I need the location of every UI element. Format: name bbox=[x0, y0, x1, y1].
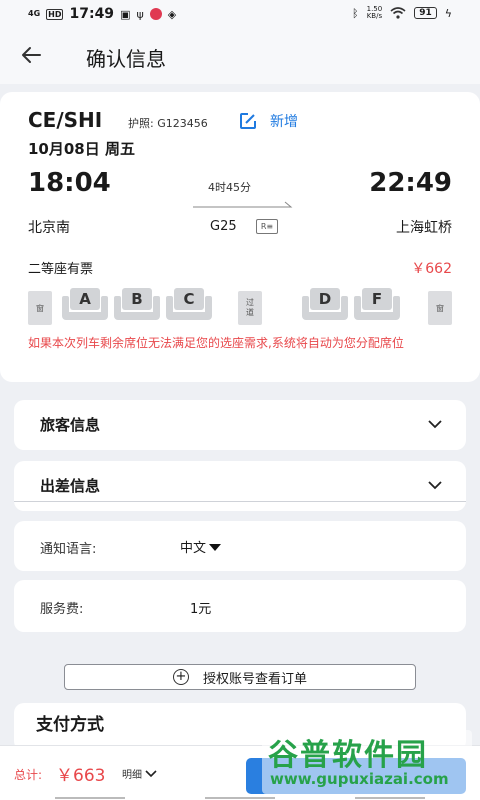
edit-icon[interactable] bbox=[238, 111, 258, 131]
seat-d[interactable]: D bbox=[302, 288, 348, 324]
to-station: 上海虹桥 bbox=[396, 220, 452, 236]
watermark-name: 谷普软件园 bbox=[268, 738, 428, 773]
battery-level: 91 bbox=[414, 7, 437, 19]
chevron-down-icon bbox=[428, 420, 442, 429]
seat-a[interactable]: A bbox=[62, 288, 108, 324]
app-badge-icon bbox=[149, 8, 162, 20]
passport-number: 护照: G123456 bbox=[128, 117, 208, 130]
seat-c-label: C bbox=[174, 288, 204, 310]
seat-a-label: A bbox=[70, 288, 100, 310]
network-speed-unit: KB/s bbox=[366, 12, 383, 20]
usb-icon: ψ bbox=[136, 7, 144, 21]
travel-info-title: 出差信息 bbox=[40, 477, 101, 495]
caret-down-icon bbox=[209, 544, 222, 551]
journey-arrow-icon bbox=[193, 201, 293, 208]
payment-method-title: 支付方式 bbox=[36, 715, 104, 735]
seat-class: 二等座有票 bbox=[28, 262, 94, 277]
home-indicator bbox=[55, 797, 425, 799]
arrive-time: 22:49 bbox=[369, 168, 452, 198]
window-left-label: 窗 bbox=[28, 291, 52, 325]
seat-notice: 如果本次列车剩余席位无法满足您的选座需求,系统将自动为您分配席位 bbox=[28, 336, 404, 350]
price-detail-toggle[interactable]: 明细 bbox=[122, 766, 157, 781]
signal-indicator: 4G bbox=[28, 9, 41, 18]
notify-language-value: 中文 bbox=[180, 541, 207, 556]
total-price: ￥663 bbox=[56, 766, 106, 786]
location-icon: ◈ bbox=[167, 7, 177, 21]
seat-d-label: D bbox=[310, 288, 340, 310]
seat-b-label: B bbox=[122, 288, 152, 310]
status-bar: 4G HD 17:49 ▣ ψ ◈ ᛒ 1.50 KB/s 91 ϟ bbox=[0, 0, 480, 30]
service-fee-row: 服务费: 1元 bbox=[14, 580, 466, 632]
aisle-label: 过道 bbox=[238, 291, 262, 325]
passenger-info-title: 旅客信息 bbox=[40, 416, 101, 434]
authorize-account-button[interactable]: + 授权账号查看订单 bbox=[64, 664, 416, 690]
ticket-card: CE/SHI 护照: G123456 新增 10月08日 周五 18:04 4时… bbox=[0, 92, 480, 382]
notification-app-icon: ▣ bbox=[120, 7, 131, 21]
service-fee-value: 1元 bbox=[190, 602, 212, 617]
service-fee-label: 服务费: bbox=[40, 602, 84, 617]
seat-c[interactable]: C bbox=[166, 288, 212, 324]
watermark-url: www.gupuxiazai.com bbox=[270, 770, 449, 788]
chevron-down-icon bbox=[145, 769, 157, 777]
passenger-name: CE/SHI bbox=[28, 108, 103, 132]
watermark-logo: 谷普软件园 www.gupuxiazai.com bbox=[262, 730, 472, 794]
notify-language-label: 通知语言: bbox=[40, 542, 97, 557]
seat-f[interactable]: F bbox=[354, 288, 400, 324]
chevron-down-icon bbox=[428, 481, 442, 490]
depart-time: 18:04 bbox=[28, 168, 111, 198]
train-number: G25 bbox=[210, 219, 237, 234]
ticket-price: ￥662 bbox=[411, 261, 452, 277]
charging-icon: ϟ bbox=[444, 6, 452, 20]
page-title: 确认信息 bbox=[86, 47, 166, 71]
total-label: 总计: bbox=[14, 768, 43, 782]
seat-f-label: F bbox=[362, 288, 392, 310]
window-right-label: 窗 bbox=[428, 291, 452, 325]
travel-info-section[interactable]: 出差信息 bbox=[14, 461, 466, 511]
back-button[interactable] bbox=[20, 44, 46, 70]
seat-b[interactable]: B bbox=[114, 288, 160, 324]
add-passenger-button[interactable]: 新增 bbox=[270, 111, 298, 131]
plus-circle-icon: + bbox=[172, 669, 189, 685]
notify-language-row: 通知语言: 中文 bbox=[14, 521, 466, 571]
status-time: 17:49 bbox=[69, 6, 115, 22]
train-detail-icon[interactable]: R≡ bbox=[256, 219, 278, 234]
hd-badge: HD bbox=[46, 8, 64, 20]
section-divider bbox=[14, 501, 466, 502]
authorize-account-label: 授权账号查看订单 bbox=[202, 671, 307, 687]
network-speed: 1.50 KB/s bbox=[367, 6, 383, 20]
from-station: 北京南 bbox=[28, 220, 70, 236]
nav-bar: 确认信息 bbox=[0, 30, 480, 84]
duration: 4时45分 bbox=[208, 181, 251, 194]
aisle-text: 过道 bbox=[246, 298, 254, 317]
arrow-left-icon bbox=[22, 47, 41, 63]
passenger-info-section[interactable]: 旅客信息 bbox=[14, 400, 466, 450]
price-detail-label: 明细 bbox=[122, 770, 142, 781]
wifi-icon bbox=[390, 7, 406, 19]
seat-selector: 窗 A B C 过道 D F 窗 bbox=[0, 288, 480, 328]
notify-language-select[interactable]: 中文 bbox=[180, 537, 222, 556]
bluetooth-icon: ᛒ bbox=[352, 6, 359, 20]
travel-date: 10月08日 周五 bbox=[28, 140, 135, 158]
